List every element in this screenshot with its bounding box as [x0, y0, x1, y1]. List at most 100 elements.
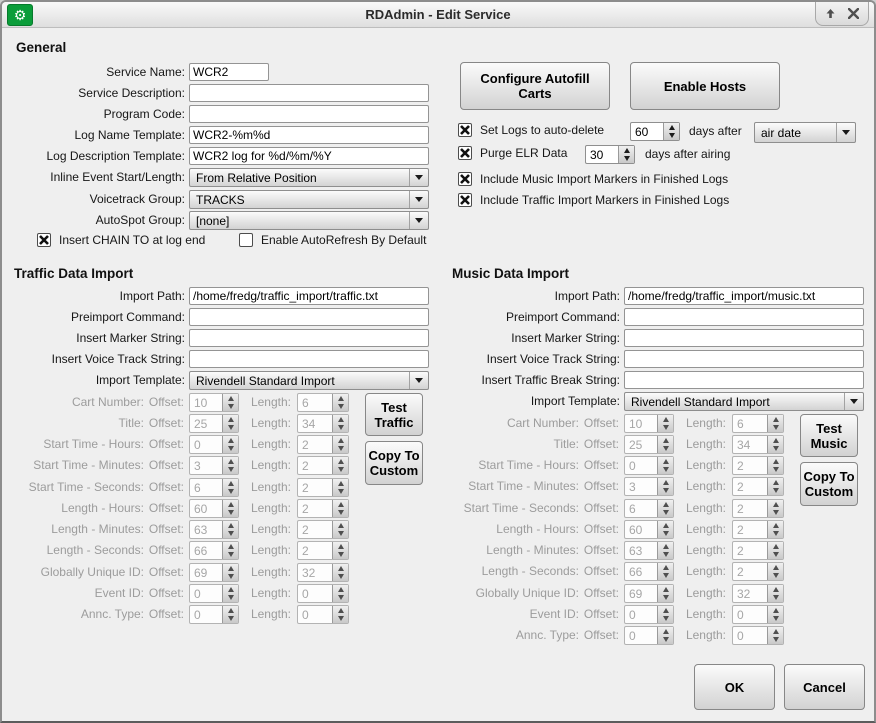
traffic-insert-voicetrack-row: Insert Voice Track String: — [12, 350, 444, 368]
offset-spinbox: 69 — [624, 584, 674, 603]
log-name-template-row: Log Name Template: — [12, 126, 444, 144]
autospot-group-select[interactable]: [none] — [189, 211, 429, 230]
music-offset-row: Globally Unique ID: Offset: 69 Length: 3… — [447, 584, 876, 603]
offset-spinbox: 3 — [624, 477, 674, 496]
close-window-button[interactable] — [845, 6, 861, 22]
inline-event-start-length-select[interactable]: From Relative Position — [189, 168, 429, 187]
window-title: RDAdmin - Edit Service — [2, 2, 874, 28]
traffic-offset-row: Globally Unique ID: Offset: 69 Length: 3… — [12, 563, 444, 582]
field-label: Insert Marker String: — [447, 331, 620, 345]
traffic-insert-marker-row: Insert Marker String: — [12, 329, 444, 347]
shade-window-button[interactable] — [823, 6, 839, 22]
include-music-markers-checkbox[interactable] — [458, 172, 472, 186]
insert-chain-to-checkbox[interactable] — [37, 233, 51, 247]
length-spinbox: 34 — [297, 414, 349, 433]
auto-delete-days-spinbox[interactable]: 60 — [630, 122, 680, 141]
voicetrack-group-select[interactable]: TRACKS — [189, 190, 429, 209]
include-traffic-markers-checkbox[interactable] — [458, 193, 472, 207]
traffic-offset-row: Length - Seconds: Offset: 66 Length: 2 — [12, 541, 444, 560]
traffic-copy-to-custom-button[interactable]: Copy To Custom — [365, 441, 423, 485]
general-checkbox-row: Insert CHAIN TO at log end Enable AutoRe… — [12, 232, 444, 250]
offset-spinbox: 0 — [624, 605, 674, 624]
test-music-button[interactable]: Test Music — [800, 414, 858, 457]
offset-spinbox: 66 — [189, 541, 239, 560]
days-after-airing-label: days after airing — [645, 147, 730, 161]
program-code-input[interactable] — [189, 105, 429, 123]
offset-spinbox: 3 — [189, 456, 239, 475]
music-offset-row: Length - Seconds: Offset: 66 Length: 2 — [447, 562, 876, 581]
cancel-button[interactable]: Cancel — [784, 664, 865, 710]
length-spinbox: 0 — [297, 605, 349, 624]
offset-spinbox: 6 — [624, 499, 674, 518]
purge-elr-days-spinbox[interactable]: 30 — [585, 145, 635, 164]
offset-spinbox: 63 — [624, 541, 674, 560]
chevron-down-icon — [409, 191, 428, 208]
offset-spinbox: 6 — [189, 478, 239, 497]
edit-service-window: ⚙ RDAdmin - Edit Service General Service… — [0, 0, 876, 723]
enable-autorefresh-label: Enable AutoRefresh By Default — [261, 233, 426, 247]
offset-spinbox: 66 — [624, 562, 674, 581]
traffic-markers-row: Include Traffic Import Markers in Finish… — [452, 192, 872, 210]
auto-delete-label: Set Logs to auto-delete — [480, 123, 604, 137]
traffic-import-path-input[interactable] — [189, 287, 429, 305]
traffic-insert-voicetrack-input[interactable] — [189, 350, 429, 368]
field-label: Program Code: — [12, 107, 185, 121]
traffic-import-template-select[interactable]: Rivendell Standard Import — [189, 371, 429, 390]
music-offset-row: Event ID: Offset: 0 Length: 0 — [447, 605, 876, 624]
offset-spinbox: 63 — [189, 520, 239, 539]
offset-spinbox: 10 — [624, 414, 674, 433]
log-description-template-input[interactable] — [189, 147, 429, 165]
music-insert-marker-row: Insert Marker String: — [447, 329, 876, 347]
traffic-insert-marker-input[interactable] — [189, 329, 429, 347]
general-heading: General — [16, 40, 66, 55]
field-label: Inline Event Start/Length: — [12, 170, 185, 184]
field-label: Insert Voice Track String: — [447, 352, 620, 366]
offset-spinbox: 0 — [189, 584, 239, 603]
offset-spinbox: 25 — [189, 414, 239, 433]
length-spinbox: 32 — [732, 584, 784, 603]
traffic-preimport-row: Preimport Command: — [12, 308, 444, 326]
chevron-down-icon — [409, 212, 428, 229]
enable-autorefresh-checkbox[interactable] — [239, 233, 253, 247]
offset-spinbox: 60 — [624, 520, 674, 539]
music-import-path-input[interactable] — [624, 287, 864, 305]
log-name-template-input[interactable] — [189, 126, 429, 144]
music-insert-marker-input[interactable] — [624, 329, 864, 347]
offset-spinbox: 0 — [624, 626, 674, 645]
purge-elr-row: Purge ELR Data 30 days after airing — [452, 145, 872, 163]
air-date-select[interactable]: air date — [754, 122, 856, 143]
autospot-group-row: AutoSpot Group: [none] — [12, 211, 444, 229]
voicetrack-group-row: Voicetrack Group: TRACKS — [12, 190, 444, 208]
music-preimport-command-input[interactable] — [624, 308, 864, 326]
auto-delete-checkbox[interactable] — [458, 123, 472, 137]
service-description-input[interactable] — [189, 84, 429, 102]
service-name-input[interactable] — [189, 63, 269, 81]
offset-spinbox: 0 — [624, 456, 674, 475]
length-spinbox: 6 — [297, 393, 349, 412]
length-spinbox: 2 — [297, 499, 349, 518]
configure-autofill-carts-button[interactable]: Configure Autofill Carts — [460, 62, 610, 110]
field-label: Service Description: — [12, 86, 185, 100]
music-import-template-select[interactable]: Rivendell Standard Import — [624, 392, 864, 411]
spinner-buttons[interactable] — [618, 146, 634, 163]
length-spinbox: 0 — [297, 584, 349, 603]
music-insert-voicetrack-input[interactable] — [624, 350, 864, 368]
length-spinbox: 32 — [297, 563, 349, 582]
purge-elr-checkbox[interactable] — [458, 146, 472, 160]
ok-button[interactable]: OK — [694, 664, 775, 710]
music-copy-to-custom-button[interactable]: Copy To Custom — [800, 462, 858, 506]
music-insert-traffic-break-row: Insert Traffic Break String: — [447, 371, 876, 389]
offset-spinbox: 0 — [189, 605, 239, 624]
traffic-preimport-command-input[interactable] — [189, 308, 429, 326]
spinner-buttons[interactable] — [663, 123, 679, 140]
offset-spinbox: 0 — [189, 435, 239, 454]
music-insert-traffic-break-input[interactable] — [624, 371, 864, 389]
enable-hosts-button[interactable]: Enable Hosts — [630, 62, 780, 110]
log-description-template-row: Log Description Template: — [12, 147, 444, 165]
field-label: Preimport Command: — [12, 310, 185, 324]
offset-spinbox: 69 — [189, 563, 239, 582]
length-spinbox: 6 — [732, 414, 784, 433]
traffic-heading: Traffic Data Import — [14, 266, 133, 281]
length-spinbox: 2 — [732, 520, 784, 539]
test-traffic-button[interactable]: Test Traffic — [365, 393, 423, 436]
